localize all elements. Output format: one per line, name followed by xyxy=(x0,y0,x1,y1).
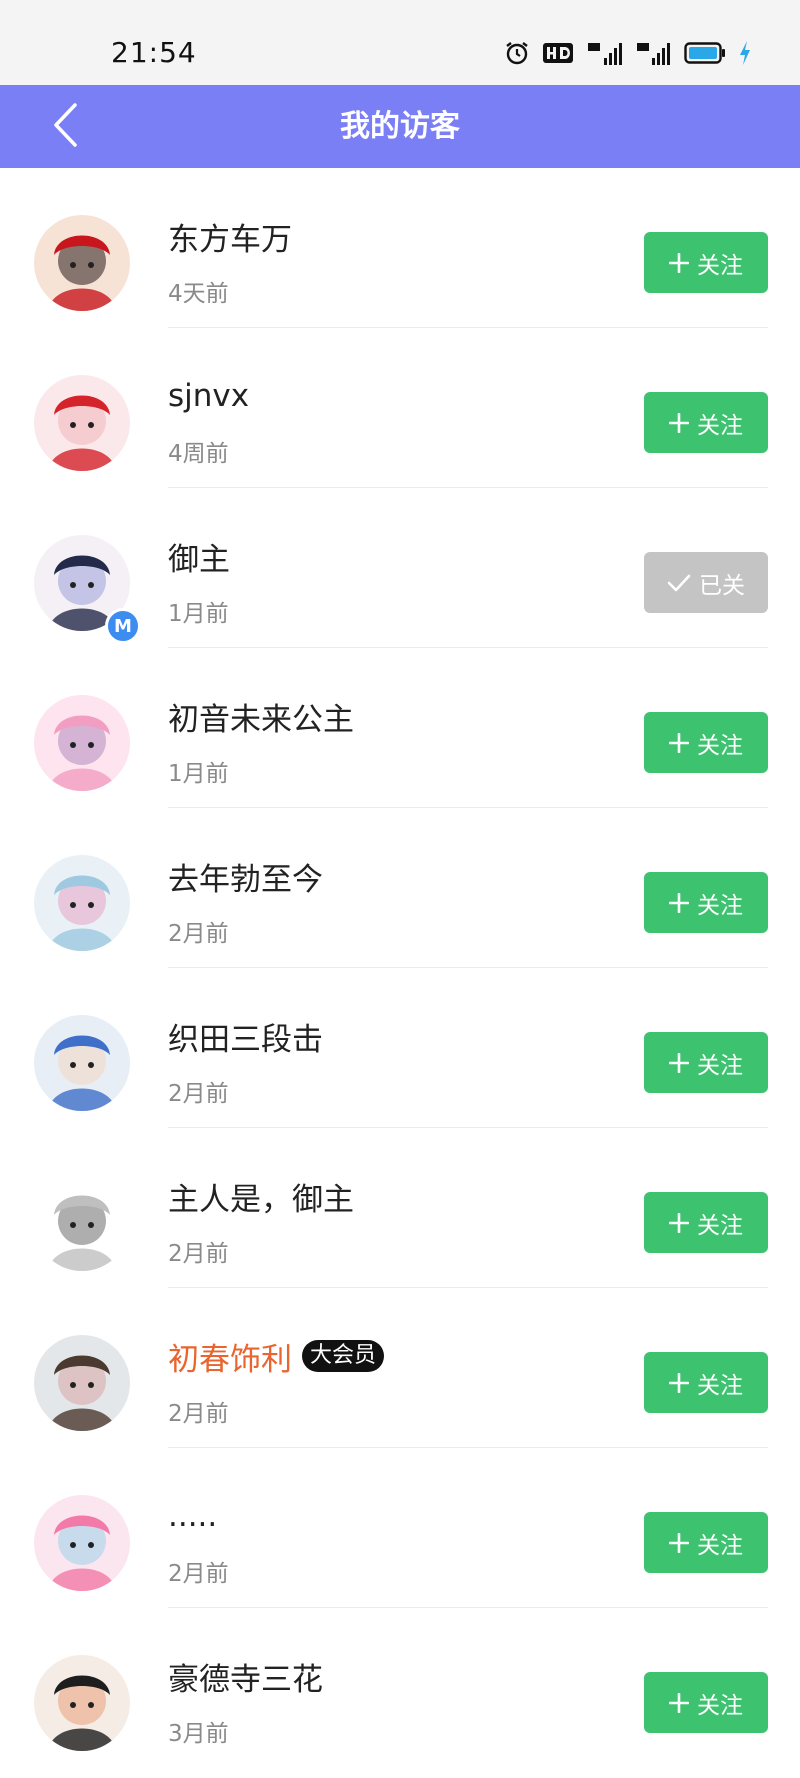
visitor-name[interactable]: 织田三段击 xyxy=(168,1014,323,1059)
name-line: 去年勃至今 xyxy=(168,854,323,899)
plus-icon xyxy=(669,1692,689,1713)
follow-button-label: 关注 xyxy=(697,1692,743,1719)
follow-button[interactable]: 关注 xyxy=(644,232,768,293)
avatar[interactable] xyxy=(34,1015,130,1111)
follow-button[interactable]: 关注 xyxy=(644,1672,768,1733)
visitor-name[interactable]: 去年勃至今 xyxy=(168,854,323,899)
battery-icon xyxy=(684,41,726,65)
status-icons xyxy=(504,38,752,68)
page-title: 我的访客 xyxy=(340,109,460,144)
visit-time: 1月前 xyxy=(168,761,229,787)
follow-button-label: 关注 xyxy=(697,1052,743,1079)
visit-time: 2月前 xyxy=(168,1081,229,1107)
visitor-name[interactable]: ..... xyxy=(168,1498,217,1534)
name-line: 豪德寺三花 xyxy=(168,1654,323,1699)
verified-badge: M xyxy=(105,608,141,644)
follow-button-label: 关注 xyxy=(697,1212,743,1239)
visit-time: 4周前 xyxy=(168,441,229,467)
plus-icon xyxy=(669,1052,689,1073)
status-bar: 21:54 xyxy=(0,0,800,85)
follow-button[interactable]: 关注 xyxy=(644,872,768,933)
name-line: 初春饰利 大会员 xyxy=(168,1334,385,1379)
name-line: sjnvx xyxy=(168,376,249,416)
visit-time: 4天前 xyxy=(168,281,229,307)
back-button[interactable] xyxy=(40,97,90,157)
follow-button-label: 关注 xyxy=(697,252,743,279)
name-line: ..... xyxy=(168,1496,217,1536)
visit-time: 1月前 xyxy=(168,601,229,627)
visit-time: 2月前 xyxy=(168,1241,229,1267)
visitor-list: 东方车万 4天前 关注 sjnvx 4周前 关注 M 御主 1月前 已关 初音未来公主 1月前 关注 去年… xyxy=(0,168,800,1768)
visitor-row[interactable]: 初春饰利 大会员 2月前 关注 xyxy=(0,1288,800,1448)
name-line: 御主 xyxy=(168,534,230,579)
plus-icon xyxy=(669,1532,689,1553)
visitor-row[interactable]: 主人是，御主 2月前 关注 xyxy=(0,1128,800,1288)
follow-button[interactable]: 关注 xyxy=(644,1032,768,1093)
avatar[interactable] xyxy=(34,695,130,791)
follow-button-label: 关注 xyxy=(697,412,743,439)
plus-icon xyxy=(669,1212,689,1233)
visit-time: 2月前 xyxy=(168,1401,229,1427)
avatar[interactable] xyxy=(34,855,130,951)
follow-button-label: 关注 xyxy=(697,1532,743,1559)
visitor-name[interactable]: 御主 xyxy=(168,534,230,579)
follow-button-label: 关注 xyxy=(697,1372,743,1399)
avatar[interactable] xyxy=(34,1655,130,1751)
follow-button-label: 关注 xyxy=(697,732,743,759)
status-time: 21:54 xyxy=(111,36,197,69)
visit-time: 2月前 xyxy=(168,921,229,947)
follow-button[interactable]: 关注 xyxy=(644,1192,768,1253)
follow-button-label: 已关 xyxy=(699,572,745,599)
visitor-name[interactable]: sjnvx xyxy=(168,378,249,414)
visitor-name[interactable]: 主人是，御主 xyxy=(168,1174,354,1219)
avatar[interactable] xyxy=(34,1335,130,1431)
visitor-row[interactable]: 豪德寺三花 3月前 关注 xyxy=(0,1608,800,1768)
avatar[interactable] xyxy=(34,215,130,311)
name-line: 主人是，御主 xyxy=(168,1174,354,1219)
visitor-name[interactable]: 初春饰利 xyxy=(168,1334,292,1379)
followed-button[interactable]: 已关 xyxy=(644,552,768,613)
visitor-row[interactable]: ..... 2月前 关注 xyxy=(0,1448,800,1608)
charging-icon xyxy=(738,40,752,66)
4g-signal-icon xyxy=(636,40,672,66)
follow-button[interactable]: 关注 xyxy=(644,1352,768,1413)
visitor-row[interactable]: 织田三段击 2月前 关注 xyxy=(0,968,800,1128)
visitor-name[interactable]: 东方车万 xyxy=(168,214,292,259)
chevron-left-icon xyxy=(51,102,79,152)
name-line: 东方车万 xyxy=(168,214,292,259)
visitor-name[interactable]: 豪德寺三花 xyxy=(168,1654,323,1699)
visitor-row[interactable]: sjnvx 4周前 关注 xyxy=(0,328,800,488)
header: 我的访客 xyxy=(0,85,800,168)
avatar[interactable] xyxy=(34,1175,130,1271)
visitor-row[interactable]: 初音未来公主 1月前 关注 xyxy=(0,648,800,808)
checkmark-icon xyxy=(667,573,691,593)
plus-icon xyxy=(669,732,689,753)
5g-signal-icon xyxy=(586,40,624,66)
avatar[interactable] xyxy=(34,375,130,471)
plus-icon xyxy=(669,252,689,273)
visitor-row[interactable]: 东方车万 4天前 关注 xyxy=(0,168,800,328)
member-tag: 大会员 xyxy=(302,1340,385,1372)
hd-icon xyxy=(542,41,574,65)
visitor-row[interactable]: 去年勃至今 2月前 关注 xyxy=(0,808,800,968)
visit-time: 2月前 xyxy=(168,1561,229,1587)
visitor-row[interactable]: M 御主 1月前 已关 xyxy=(0,488,800,648)
visitor-name[interactable]: 初音未来公主 xyxy=(168,694,354,739)
follow-button[interactable]: 关注 xyxy=(644,392,768,453)
visit-time: 3月前 xyxy=(168,1721,229,1747)
follow-button[interactable]: 关注 xyxy=(644,712,768,773)
plus-icon xyxy=(669,1372,689,1393)
follow-button[interactable]: 关注 xyxy=(644,1512,768,1573)
avatar[interactable] xyxy=(34,1495,130,1591)
alarm-icon xyxy=(504,40,530,66)
follow-button-label: 关注 xyxy=(697,892,743,919)
name-line: 初音未来公主 xyxy=(168,694,354,739)
plus-icon xyxy=(669,892,689,913)
plus-icon xyxy=(669,412,689,433)
name-line: 织田三段击 xyxy=(168,1014,323,1059)
